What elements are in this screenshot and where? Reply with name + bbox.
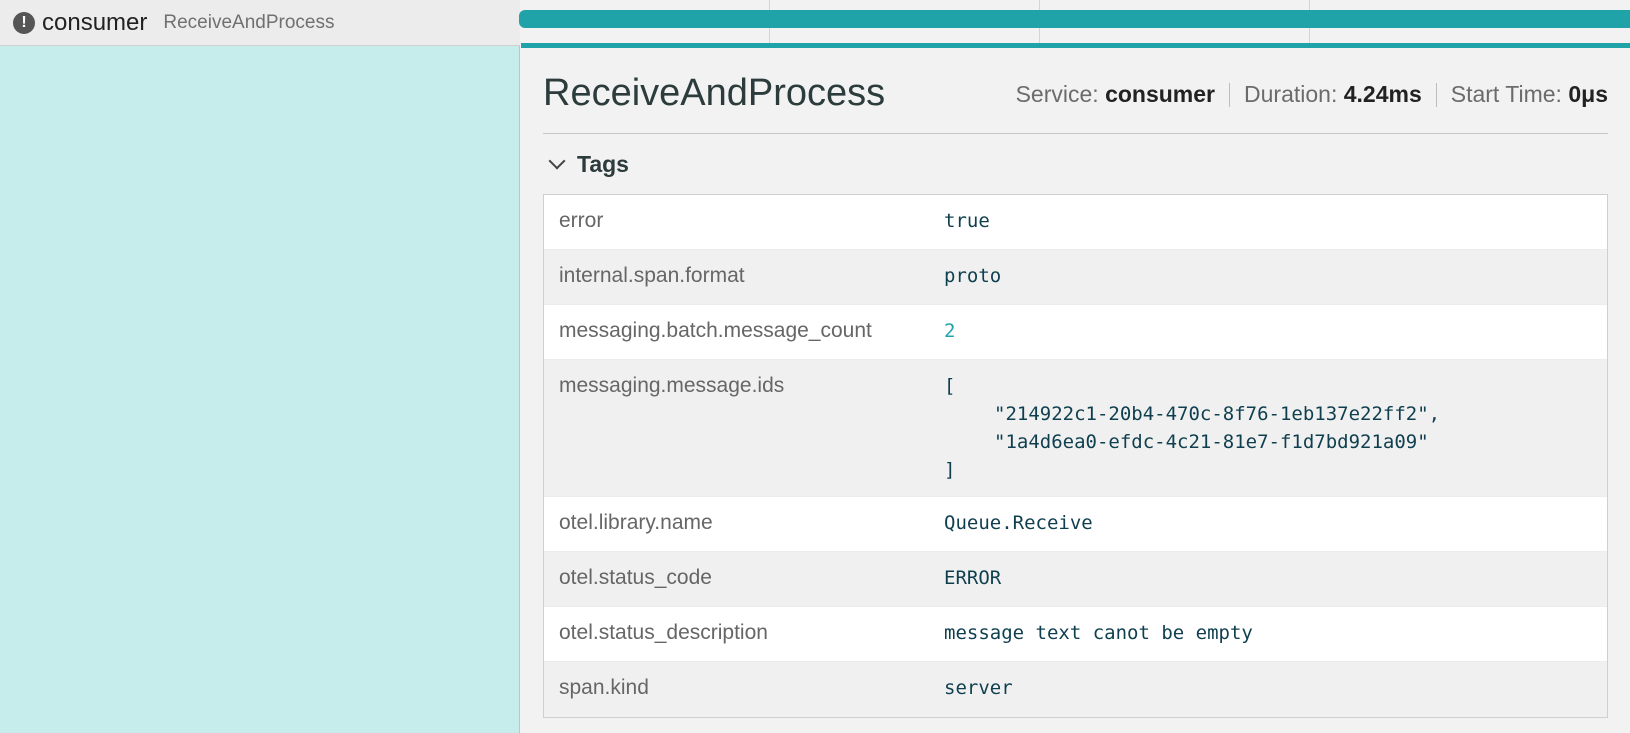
tag-key: internal.span.format: [559, 264, 745, 287]
overview-duration-value: 4.24ms: [1343, 81, 1422, 107]
tag-key: otel.status_description: [559, 621, 768, 644]
overview-service-label: Service:: [1015, 81, 1099, 107]
chevron-down-icon: [548, 152, 566, 170]
json-line: "214922c1-20b4-470c-8f76-1eb137e22ff2",: [994, 403, 1441, 425]
tags-section-toggle[interactable]: Tags: [543, 134, 1630, 194]
tag-value: Queue.Receive: [944, 512, 1093, 534]
tag-value-json: [ "214922c1-20b4-470c-8f76-1eb137e22ff2"…: [944, 360, 1607, 496]
span-detail-column: ReceiveAndProcess Service: consumer Dura…: [519, 0, 1630, 733]
span-detail-header: ReceiveAndProcess Service: consumer Dura…: [543, 48, 1608, 134]
tag-key: span.kind: [559, 676, 649, 699]
tags-section-label: Tags: [577, 150, 629, 177]
tag-value: ERROR: [944, 567, 1002, 589]
json-line: [: [944, 375, 956, 397]
span-name-column: ! consumer ReceiveAndProcess: [0, 0, 520, 733]
tag-row[interactable]: error true: [544, 195, 1607, 250]
tag-row[interactable]: span.kind server: [544, 662, 1607, 717]
tag-key: messaging.message.ids: [559, 374, 785, 397]
overview-start-value: 0μs: [1568, 81, 1608, 107]
span-duration-bar[interactable]: [519, 10, 1630, 28]
tag-key: otel.library.name: [559, 511, 713, 534]
span-detail-panel: ReceiveAndProcess Service: consumer Dura…: [543, 48, 1630, 718]
tag-value: proto: [944, 265, 1002, 287]
tag-value: true: [944, 210, 990, 232]
error-icon: !: [13, 11, 35, 34]
tag-key: messaging.batch.message_count: [559, 319, 872, 342]
span-operation-name: ReceiveAndProcess: [163, 11, 335, 33]
tag-row[interactable]: messaging.batch.message_count 2: [544, 305, 1607, 360]
trace-view: ! consumer ReceiveAndProcess ReceiveAndP…: [0, 0, 1630, 733]
overview-duration: Duration: 4.24ms: [1230, 81, 1436, 108]
tag-value: message text canot be empty: [944, 622, 1253, 644]
tag-value: server: [944, 677, 1013, 699]
tag-key: error: [559, 209, 604, 232]
span-service-name: consumer: [42, 8, 148, 36]
json-line: ]: [944, 459, 956, 481]
span-overview: Service: consumer Duration: 4.24ms Start…: [1002, 73, 1608, 108]
tag-row[interactable]: messaging.message.ids [ "214922c1-20b4-4…: [544, 360, 1607, 497]
span-detail-title: ReceiveAndProcess: [543, 72, 886, 114]
tag-row[interactable]: internal.span.format proto: [544, 250, 1607, 305]
overview-service: Service: consumer: [1002, 81, 1229, 108]
tag-row[interactable]: otel.status_code ERROR: [544, 552, 1607, 607]
overview-start-time: Start Time: 0μs: [1437, 81, 1608, 108]
timeline-row[interactable]: [519, 0, 1630, 48]
tag-key: otel.status_code: [559, 566, 712, 589]
span-name-row[interactable]: ! consumer ReceiveAndProcess: [0, 0, 520, 46]
overview-service-value: consumer: [1105, 81, 1216, 107]
overview-duration-label: Duration:: [1244, 81, 1338, 107]
tag-row[interactable]: otel.library.name Queue.Receive: [544, 497, 1607, 552]
json-line: "1a4d6ea0-efdc-4c21-81e7-f1d7bd921a09": [994, 431, 1429, 453]
tags-table: error true internal.span.format proto me…: [543, 194, 1608, 718]
overview-start-label: Start Time:: [1450, 81, 1562, 107]
tag-value: 2: [944, 320, 956, 342]
tag-row[interactable]: otel.status_description message text can…: [544, 607, 1607, 662]
